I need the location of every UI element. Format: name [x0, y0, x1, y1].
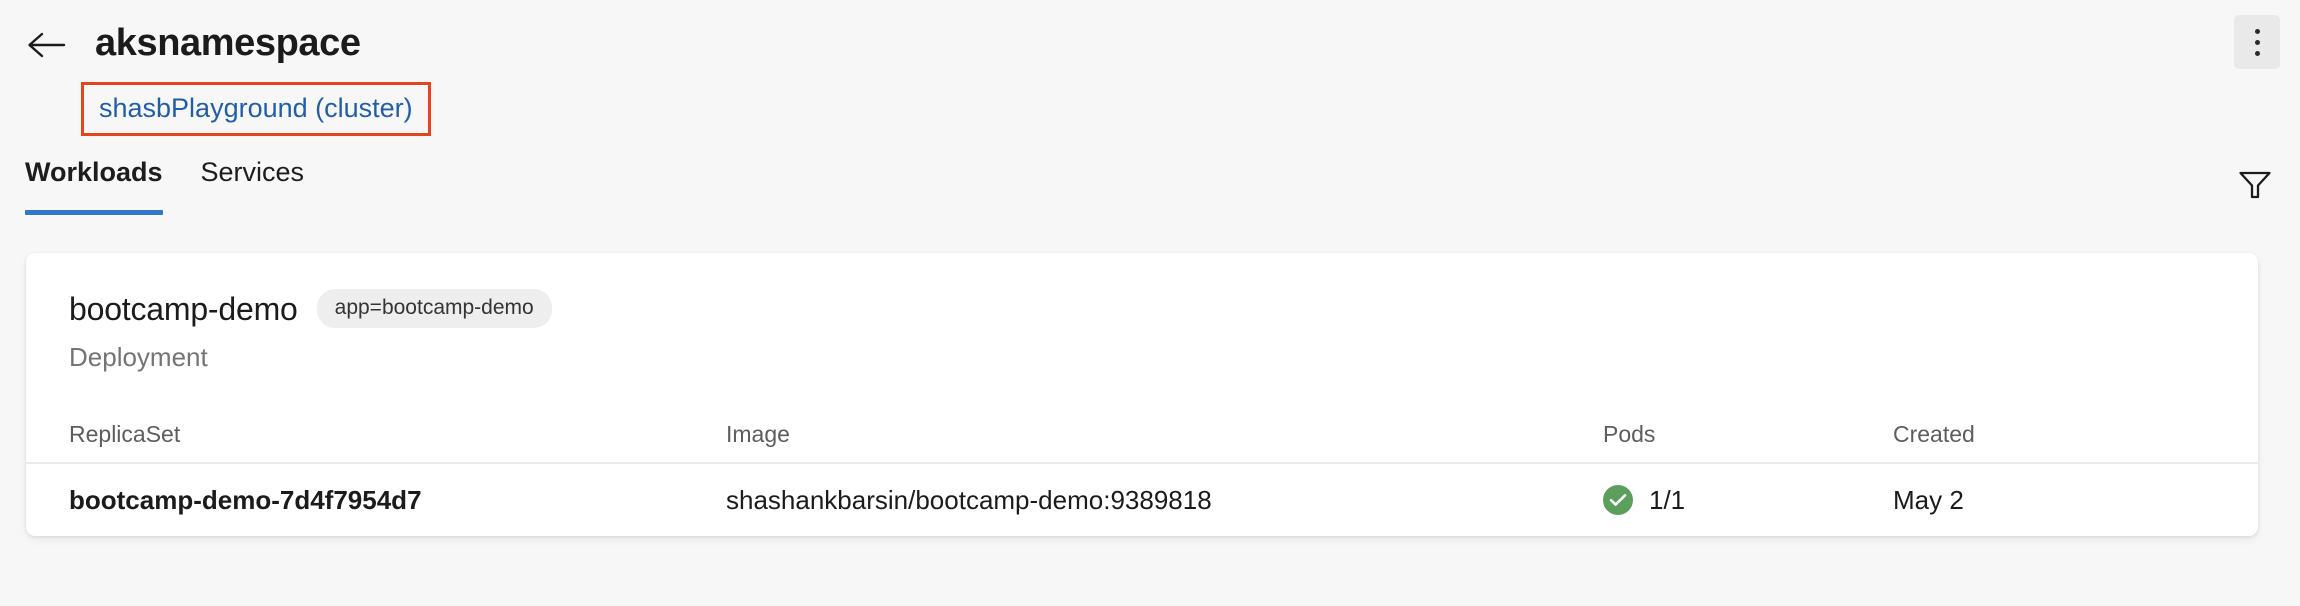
table-row[interactable]: bootcamp-demo-7d4f7954d7 shashankbarsin/… — [26, 464, 2258, 536]
workload-kind: Deployment — [69, 342, 208, 372]
tab-workloads[interactable]: Workloads — [25, 155, 163, 215]
table-header-row: ReplicaSet Image Pods Created — [26, 405, 2258, 464]
more-options-button[interactable] — [2234, 15, 2280, 69]
tab-list: Workloads Services — [25, 155, 304, 215]
cluster-annotation-box: shasbPlayground (cluster) — [81, 82, 431, 136]
page-root: aksnamespace shasbPlayground (cluster) W… — [0, 0, 2300, 606]
tab-services[interactable]: Services — [201, 155, 305, 215]
column-header-replicaset: ReplicaSet — [69, 420, 181, 447]
page-title: aksnamespace — [95, 22, 361, 64]
column-header-pods-cell: Pods — [1603, 420, 1893, 448]
column-header-image-cell: Image — [726, 420, 1603, 448]
column-header-created: Created — [1893, 420, 1975, 447]
check-circle-icon — [1603, 485, 1633, 515]
replicaset-table: ReplicaSet Image Pods Created bootcamp-d… — [26, 405, 2258, 536]
more-vertical-icon-dot-1 — [2254, 28, 2260, 34]
workload-card: bootcamp-demo app=bootcamp-demo Deployme… — [26, 253, 2258, 536]
cell-created: May 2 — [1893, 484, 2193, 516]
column-header-image: Image — [726, 420, 790, 447]
workload-name: bootcamp-demo — [69, 290, 298, 327]
column-header-replicaset-cell: ReplicaSet — [26, 420, 726, 448]
replicaset-image: shashankbarsin/bootcamp-demo:9389818 — [726, 485, 1212, 515]
more-vertical-icon-dot-3 — [2254, 50, 2260, 56]
arrow-left-icon — [25, 30, 67, 60]
created-date: May 2 — [1893, 485, 1964, 515]
cell-replicaset: bootcamp-demo-7d4f7954d7 — [26, 484, 726, 516]
workload-label-chip: app=bootcamp-demo — [316, 289, 552, 328]
tab-bar: Workloads Services — [0, 155, 2300, 225]
card-title-row: bootcamp-demo app=bootcamp-demo — [69, 289, 2258, 328]
cell-pods: 1/1 — [1603, 484, 1893, 516]
card-header: bootcamp-demo app=bootcamp-demo Deployme… — [26, 253, 2258, 373]
filter-button[interactable] — [2233, 165, 2277, 209]
pods-status-group: 1/1 — [1603, 484, 1893, 516]
page-header: aksnamespace shasbPlayground (cluster) — [0, 0, 2300, 165]
cluster-link[interactable]: shasbPlayground (cluster) — [99, 93, 413, 123]
column-header-pods: Pods — [1603, 420, 1656, 447]
column-header-created-cell: Created — [1893, 420, 2193, 448]
cell-image: shashankbarsin/bootcamp-demo:9389818 — [726, 484, 1603, 516]
tab-workloads-label: Workloads — [25, 157, 163, 187]
back-button[interactable] — [24, 28, 68, 62]
filter-funnel-icon — [2238, 169, 2272, 206]
tab-services-label: Services — [200, 157, 305, 187]
more-vertical-icon-dot-2 — [2254, 39, 2260, 45]
replicaset-name: bootcamp-demo-7d4f7954d7 — [69, 485, 422, 515]
pods-count: 1/1 — [1649, 485, 1686, 515]
